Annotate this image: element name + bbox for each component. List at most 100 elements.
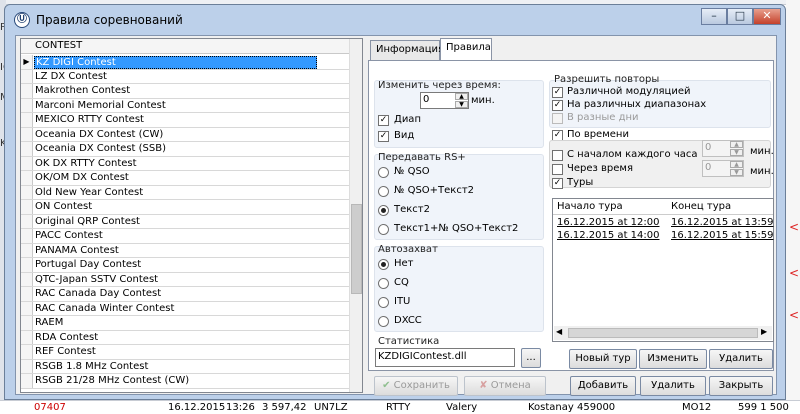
change-interval-spinner[interactable]: 0 ▲ ▼	[420, 92, 469, 109]
row-indicator	[21, 185, 33, 199]
hourly-label: С началом каждого часа	[567, 149, 698, 160]
contest-row[interactable]: ▶ KZ DIGI Contest	[21, 55, 349, 70]
contest-row[interactable]: MEXICO RTTY Contest	[21, 113, 349, 128]
radio-label: ITU	[394, 296, 411, 307]
radio-button[interactable]	[378, 259, 389, 270]
new-tour-button[interactable]: Новый тур	[569, 349, 637, 369]
spinner-up-icon[interactable]: ▲	[730, 161, 743, 168]
row-indicator	[21, 127, 33, 141]
column-header-end[interactable]: Конец тура	[671, 201, 731, 212]
radio-button[interactable]	[378, 297, 389, 308]
tab-rules[interactable]: Правила	[440, 38, 492, 60]
contest-row[interactable]: Original QRP Contest	[21, 214, 349, 229]
repeat-bands-checkbox[interactable]: ✓	[552, 100, 563, 111]
tour-end-cell[interactable]: 16.12.2015 at 13:59	[671, 217, 773, 228]
hourly-checkbox[interactable]	[552, 150, 563, 161]
tours-horizontal-scrollbar[interactable]: ◀ ▶	[554, 326, 772, 340]
spinner-up-icon[interactable]: ▲	[455, 93, 468, 100]
row-indicator	[21, 156, 33, 170]
contest-row[interactable]: RDA Contest	[21, 330, 349, 345]
contest-row[interactable]: ON Contest	[21, 200, 349, 215]
radio-button[interactable]	[378, 278, 389, 289]
delete-button[interactable]: Удалить	[640, 376, 706, 396]
background-cell: Valery	[446, 402, 478, 413]
scroll-left-icon[interactable]: ◀	[556, 327, 562, 336]
contest-row[interactable]: OK/OM DX Contest	[21, 171, 349, 186]
contest-row[interactable]: RAC Canada Winter Contest	[21, 301, 349, 316]
statistics-dll-field[interactable]: KZDIGIContest.dll	[375, 348, 515, 367]
contest-list-grid[interactable]: CONTEST ▶ KZ DIGI Contest LZ DX Contest Mak…	[20, 38, 363, 393]
add-button[interactable]: Добавить	[570, 376, 636, 396]
after-time-unit: мин.	[750, 166, 774, 177]
contest-row[interactable]: Marconi Memorial Contest	[21, 98, 349, 113]
contest-row[interactable]: Oceania DX Contest (CW)	[21, 127, 349, 142]
row-indicator	[21, 374, 33, 388]
contest-row[interactable]: Portugal Day Contest	[21, 258, 349, 273]
radio-button[interactable]	[378, 186, 389, 197]
after-time-spinner[interactable]: 0 ▲ ▼	[702, 160, 744, 177]
background-cell: MO12	[682, 402, 712, 413]
minimize-button[interactable]: –	[701, 8, 727, 25]
scroll-right-icon[interactable]: ▶	[761, 327, 767, 336]
delete-tour-button[interactable]: Удалить	[709, 349, 773, 369]
hourly-unit: мин.	[750, 146, 774, 157]
tab-information[interactable]: Информация	[370, 40, 444, 60]
tour-start-cell[interactable]: 16.12.2015 at 12:00	[557, 217, 659, 228]
contest-row[interactable]: OK DX RTTY Contest	[21, 156, 349, 171]
after-time-checkbox[interactable]	[552, 164, 563, 175]
save-button[interactable]: ✔ Сохранить	[374, 376, 458, 396]
spinner-down-icon[interactable]: ▼	[730, 169, 743, 176]
contest-row[interactable]: REF Contest	[21, 345, 349, 360]
maximize-button[interactable]: □	[727, 8, 753, 25]
radio-label: Текст2	[394, 204, 430, 215]
contest-name: LZ DX Contest	[35, 70, 107, 82]
scrollbar-thumb[interactable]	[351, 204, 362, 294]
row-indicator	[21, 359, 33, 373]
repeat-days-checkbox[interactable]	[552, 113, 563, 124]
band-checkbox[interactable]: ✓	[378, 115, 389, 126]
tour-end-cell[interactable]: 16.12.2015 at 15:59	[671, 230, 773, 241]
cancel-button[interactable]: ✘ Отмена	[464, 376, 546, 396]
radio-button[interactable]	[378, 316, 389, 327]
contest-row[interactable]: Old New Year Contest	[21, 185, 349, 200]
contest-name: RSGB 1.8 MHz Contest	[35, 360, 149, 372]
title-bar[interactable]: Ⓤ Правила соревнований – □ ✕	[5, 5, 785, 35]
contest-row[interactable]: PACC Contest	[21, 229, 349, 244]
close-button[interactable]: Закрыть	[709, 376, 773, 396]
scrollbar-thumb[interactable]	[568, 328, 758, 338]
contest-row[interactable]: PANAMA Contest	[21, 243, 349, 258]
row-indicator	[21, 345, 33, 359]
column-header-start[interactable]: Начало тура	[557, 201, 623, 212]
spinner-down-icon[interactable]: ▼	[455, 101, 468, 108]
radio-button[interactable]	[378, 224, 389, 235]
spinner-down-icon[interactable]: ▼	[730, 149, 743, 156]
tours-table[interactable]: Начало тура Конец тура 16.12.2015 at 12:…	[552, 198, 774, 342]
check-icon: ✔	[382, 380, 394, 391]
contest-row[interactable]: Oceania DX Contest (SSB)	[21, 142, 349, 157]
radio-button[interactable]	[378, 205, 389, 216]
app-icon: Ⓤ	[14, 12, 30, 28]
edit-tour-button[interactable]: Изменить	[639, 349, 707, 369]
contest-row[interactable]: RSGB 21/28 MHz Contest (CW)	[21, 374, 349, 389]
contest-row[interactable]: QTC-Japan SSTV Contest	[21, 272, 349, 287]
tours-checkbox[interactable]: ✓	[552, 178, 563, 189]
row-indicator	[21, 287, 33, 301]
contest-row[interactable]: RAC Canada Day Contest	[21, 287, 349, 302]
radio-button[interactable]	[378, 167, 389, 178]
contest-row[interactable]: Makrothen Contest	[21, 84, 349, 99]
interval-unit: мин.	[471, 95, 495, 106]
tour-start-cell[interactable]: 16.12.2015 at 14:00	[557, 230, 659, 241]
spinner-up-icon[interactable]: ▲	[730, 141, 743, 148]
contest-row[interactable]: LZ DX Contest	[21, 69, 349, 84]
contest-row[interactable]: RAEM	[21, 316, 349, 331]
column-header-contest[interactable]: CONTEST	[35, 40, 82, 51]
hourly-spinner[interactable]: 0 ▲ ▼	[702, 140, 744, 157]
contest-name: PANAMA Contest	[35, 244, 119, 256]
contest-row[interactable]: RSGB 1.8 MHz Contest	[21, 359, 349, 374]
browse-button[interactable]: ...	[521, 348, 541, 368]
mode-checkbox[interactable]: ✓	[378, 131, 389, 142]
repeat-modulation-checkbox[interactable]: ✓	[552, 87, 563, 98]
row-indicator	[21, 98, 33, 112]
grid-scrollbar[interactable]	[349, 39, 362, 392]
close-window-button[interactable]: ✕	[753, 8, 781, 25]
